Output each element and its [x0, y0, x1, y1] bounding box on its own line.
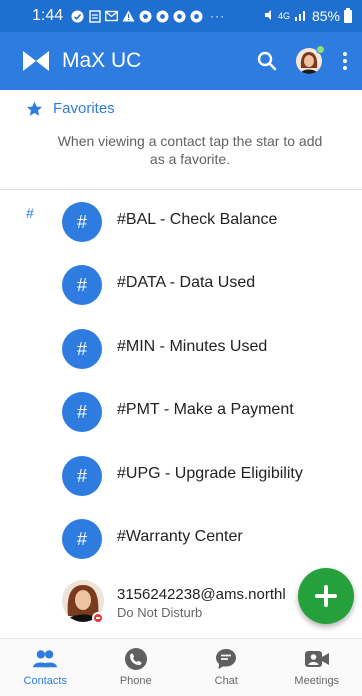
more-vert-icon [343, 52, 347, 56]
contact-row[interactable]: # #UPG - Upgrade Eligibility [0, 444, 362, 507]
contact-row[interactable]: # #DATA - Data Used [0, 253, 362, 316]
contact-name: #Warranty Center [117, 528, 243, 545]
contact-row[interactable]: # #PMT - Make a Payment [0, 380, 362, 443]
contact-name: #UPG - Upgrade Eligibility [117, 465, 303, 482]
favorites-header: Favorites [26, 100, 115, 117]
profile-avatar[interactable] [296, 45, 325, 74]
notification-icons: ··· [71, 9, 226, 23]
app-title: MaX UC [62, 49, 142, 72]
nav-contacts[interactable]: Contacts [0, 639, 91, 696]
contact-name: 3156242238@ams.northl [117, 586, 286, 603]
status-time: 1:44 [32, 7, 64, 24]
contact-avatar-hash: # [62, 519, 102, 559]
nav-label: Phone [119, 675, 152, 687]
do-not-disturb-icon [92, 612, 104, 624]
presence-indicator [316, 45, 325, 54]
mail-icon [105, 10, 119, 23]
more-notifications: ··· [210, 9, 226, 23]
add-contact-button[interactable] [298, 568, 354, 624]
nav-meetings[interactable]: Meetings [272, 639, 362, 696]
phone-icon [124, 647, 148, 671]
contact-row[interactable]: # #BAL - Check Balance [0, 190, 362, 253]
bottom-navigation: Contacts Phone Chat Meetings [0, 638, 362, 696]
network-type: 4G [277, 11, 290, 21]
document-icon [88, 9, 101, 23]
nav-label: Chat [214, 675, 238, 687]
more-options-button[interactable] [340, 50, 350, 72]
app-bar: MaX UC [0, 32, 362, 90]
chrome-icon [139, 10, 152, 23]
search-button[interactable] [256, 50, 278, 72]
battery-level: 85% [311, 8, 340, 24]
contact-avatar-hash: # [62, 265, 102, 305]
favorites-section: Favorites When viewing a contact tap the… [0, 90, 362, 190]
contact-row[interactable]: # #Warranty Center [0, 507, 362, 570]
contact-name: #MIN - Minutes Used [117, 338, 268, 355]
favorites-title: Favorites [53, 100, 115, 117]
favorites-empty-message: When viewing a contact tap the star to a… [57, 133, 323, 167]
search-icon [257, 51, 277, 71]
contact-avatar-hash: # [62, 392, 102, 432]
contact-avatar-hash: # [62, 202, 102, 242]
signal-icon [294, 8, 308, 24]
max-uc-logo-icon [23, 51, 49, 71]
chrome-icon [156, 10, 169, 23]
nav-chat[interactable]: Chat [181, 639, 272, 696]
chrome-icon [190, 10, 203, 23]
meetings-icon [304, 647, 329, 671]
chat-icon [214, 647, 238, 671]
chrome-icon [173, 10, 186, 23]
contact-name: #BAL - Check Balance [117, 211, 278, 228]
contact-name: #DATA - Data Used [117, 274, 256, 291]
contacts-icon [33, 647, 58, 671]
add-icon [315, 585, 337, 607]
star-icon [26, 101, 43, 116]
check-badge-icon [71, 10, 84, 23]
contact-avatar-hash: # [62, 456, 102, 496]
battery-icon [344, 7, 352, 23]
mute-icon [264, 8, 274, 24]
nav-phone[interactable]: Phone [91, 639, 182, 696]
contact-row[interactable]: # #MIN - Minutes Used [0, 317, 362, 380]
contact-avatar-hash: # [62, 329, 102, 369]
warning-icon [122, 10, 135, 23]
nav-label: Contacts [23, 675, 67, 687]
nav-label: Meetings [294, 675, 340, 687]
presence-status: Do Not Disturb [117, 605, 203, 620]
contact-name: #PMT - Make a Payment [117, 401, 294, 418]
system-indicators: 4G 85% [264, 7, 352, 24]
status-bar: 1:44 ··· 4G 85% [0, 0, 362, 32]
